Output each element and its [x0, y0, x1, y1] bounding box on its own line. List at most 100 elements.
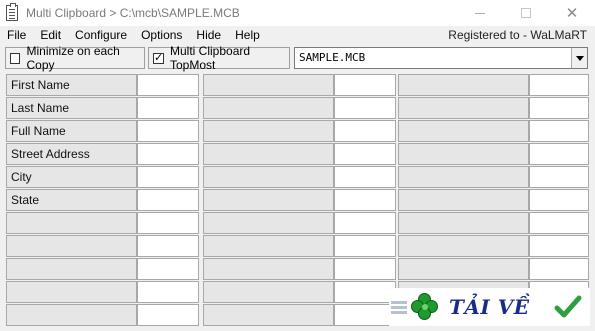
checkmark-icon — [554, 295, 582, 318]
menu-options[interactable]: Options — [134, 26, 189, 45]
field-value-cell[interactable] — [334, 189, 396, 211]
menu-file[interactable]: File — [0, 26, 33, 45]
field-label-cell[interactable] — [398, 212, 529, 234]
field-label-cell[interactable]: Street Address — [6, 143, 137, 165]
toolbar: Minimize on each Copy ✓ Multi Clipboard … — [0, 44, 595, 72]
menu-hide[interactable]: Hide — [189, 26, 228, 45]
window-controls: ✕ — [457, 0, 595, 26]
field-value-cell[interactable] — [529, 258, 589, 280]
field-label-cell[interactable] — [203, 235, 334, 257]
field-value-cell[interactable] — [529, 235, 589, 257]
grid-row: First Name — [6, 74, 589, 97]
window-title: Multi Clipboard > C:\mcb\SAMPLE.MCB — [26, 6, 240, 20]
field-value-cell[interactable] — [137, 304, 199, 326]
field-value-cell[interactable] — [137, 143, 199, 165]
field-label-cell[interactable] — [6, 281, 137, 303]
multi-clipboard-window: Multi Clipboard > C:\mcb\SAMPLE.MCB ✕ Fi… — [0, 0, 595, 331]
field-value-cell[interactable] — [529, 74, 589, 96]
menu-help[interactable]: Help — [228, 26, 267, 45]
field-label-cell[interactable] — [398, 74, 529, 96]
field-label-cell[interactable] — [203, 120, 334, 142]
clipboard-file-select[interactable]: SAMPLE.MCB — [294, 47, 588, 69]
menu-edit[interactable]: Edit — [33, 26, 68, 45]
field-label-cell[interactable] — [398, 97, 529, 119]
field-label-cell[interactable] — [6, 258, 137, 280]
speed-lines-icon — [391, 299, 409, 315]
field-label-cell[interactable] — [398, 235, 529, 257]
clover-icon — [411, 293, 439, 321]
field-label-cell[interactable] — [398, 189, 529, 211]
title-bar: Multi Clipboard > C:\mcb\SAMPLE.MCB ✕ — [0, 0, 595, 26]
checkbox-checked-icon[interactable]: ✓ — [153, 52, 164, 64]
field-label-cell[interactable]: Last Name — [6, 97, 137, 119]
close-icon: ✕ — [565, 4, 579, 22]
minimize-icon — [475, 12, 485, 14]
field-value-cell[interactable] — [529, 120, 589, 142]
close-button[interactable]: ✕ — [549, 0, 595, 26]
menu-configure[interactable]: Configure — [68, 26, 134, 45]
field-label-cell[interactable] — [203, 97, 334, 119]
minimize-on-copy-label: Minimize on each Copy — [26, 44, 120, 72]
checkbox-unchecked-icon[interactable] — [10, 52, 21, 64]
field-value-cell[interactable] — [334, 212, 396, 234]
field-value-cell[interactable] — [334, 281, 396, 303]
field-value-cell[interactable] — [529, 212, 589, 234]
field-value-cell[interactable] — [529, 166, 589, 188]
field-value-cell[interactable] — [334, 143, 396, 165]
grid-row: Full Name — [6, 120, 589, 143]
topmost-checkbox[interactable]: ✓ Multi Clipboard TopMost — [148, 44, 290, 72]
field-label-cell[interactable] — [203, 189, 334, 211]
field-label-cell[interactable] — [203, 258, 334, 280]
field-label-cell[interactable] — [6, 235, 137, 257]
field-value-cell[interactable] — [334, 74, 396, 96]
field-label-cell[interactable] — [203, 143, 334, 165]
field-label-cell[interactable] — [203, 212, 334, 234]
field-label-cell[interactable]: Full Name — [6, 120, 137, 142]
field-label-cell[interactable] — [398, 120, 529, 142]
topmost-label: Multi Clipboard TopMost — [170, 44, 251, 72]
minimize-on-copy-checkbox[interactable]: Minimize on each Copy — [5, 44, 145, 72]
field-label-cell[interactable] — [398, 166, 529, 188]
field-value-cell[interactable] — [137, 281, 199, 303]
field-label-cell[interactable]: City — [6, 166, 137, 188]
menu-bar: File Edit Configure Options Hide Help Re… — [0, 26, 595, 45]
field-value-cell[interactable] — [334, 97, 396, 119]
field-label-cell[interactable] — [6, 212, 137, 234]
maximize-button[interactable] — [503, 0, 549, 26]
field-value-cell[interactable] — [334, 304, 396, 326]
field-value-cell[interactable] — [334, 120, 396, 142]
field-value-cell[interactable] — [137, 212, 199, 234]
field-label-cell[interactable] — [203, 281, 334, 303]
grid-row: State — [6, 189, 589, 212]
field-value-cell[interactable] — [137, 166, 199, 188]
field-value-cell[interactable] — [334, 258, 396, 280]
grid-row — [6, 235, 589, 258]
field-value-cell[interactable] — [137, 97, 199, 119]
field-value-cell[interactable] — [334, 235, 396, 257]
minimize-button[interactable] — [457, 0, 503, 26]
grid-row: Last Name — [6, 97, 589, 120]
watermark-text: TẢI VỀ — [449, 295, 530, 319]
field-label-cell[interactable] — [203, 74, 334, 96]
field-value-cell[interactable] — [137, 235, 199, 257]
field-value-cell[interactable] — [529, 97, 589, 119]
field-label-cell[interactable] — [203, 304, 334, 326]
grid-row — [6, 258, 589, 281]
field-value-cell[interactable] — [334, 166, 396, 188]
field-label-cell[interactable] — [398, 143, 529, 165]
field-value-cell[interactable] — [529, 189, 589, 211]
maximize-icon — [521, 8, 531, 18]
field-label-cell[interactable]: First Name — [6, 74, 137, 96]
field-value-cell[interactable] — [529, 143, 589, 165]
field-label-cell[interactable] — [6, 304, 137, 326]
field-label-cell[interactable] — [398, 258, 529, 280]
field-label-cell[interactable] — [203, 166, 334, 188]
field-value-cell[interactable] — [137, 120, 199, 142]
grid-row — [6, 212, 589, 235]
clipboard-icon[interactable] — [6, 3, 18, 21]
chevron-down-icon[interactable] — [571, 48, 587, 68]
field-value-cell[interactable] — [137, 258, 199, 280]
field-value-cell[interactable] — [137, 189, 199, 211]
field-value-cell[interactable] — [137, 74, 199, 96]
field-label-cell[interactable]: State — [6, 189, 137, 211]
